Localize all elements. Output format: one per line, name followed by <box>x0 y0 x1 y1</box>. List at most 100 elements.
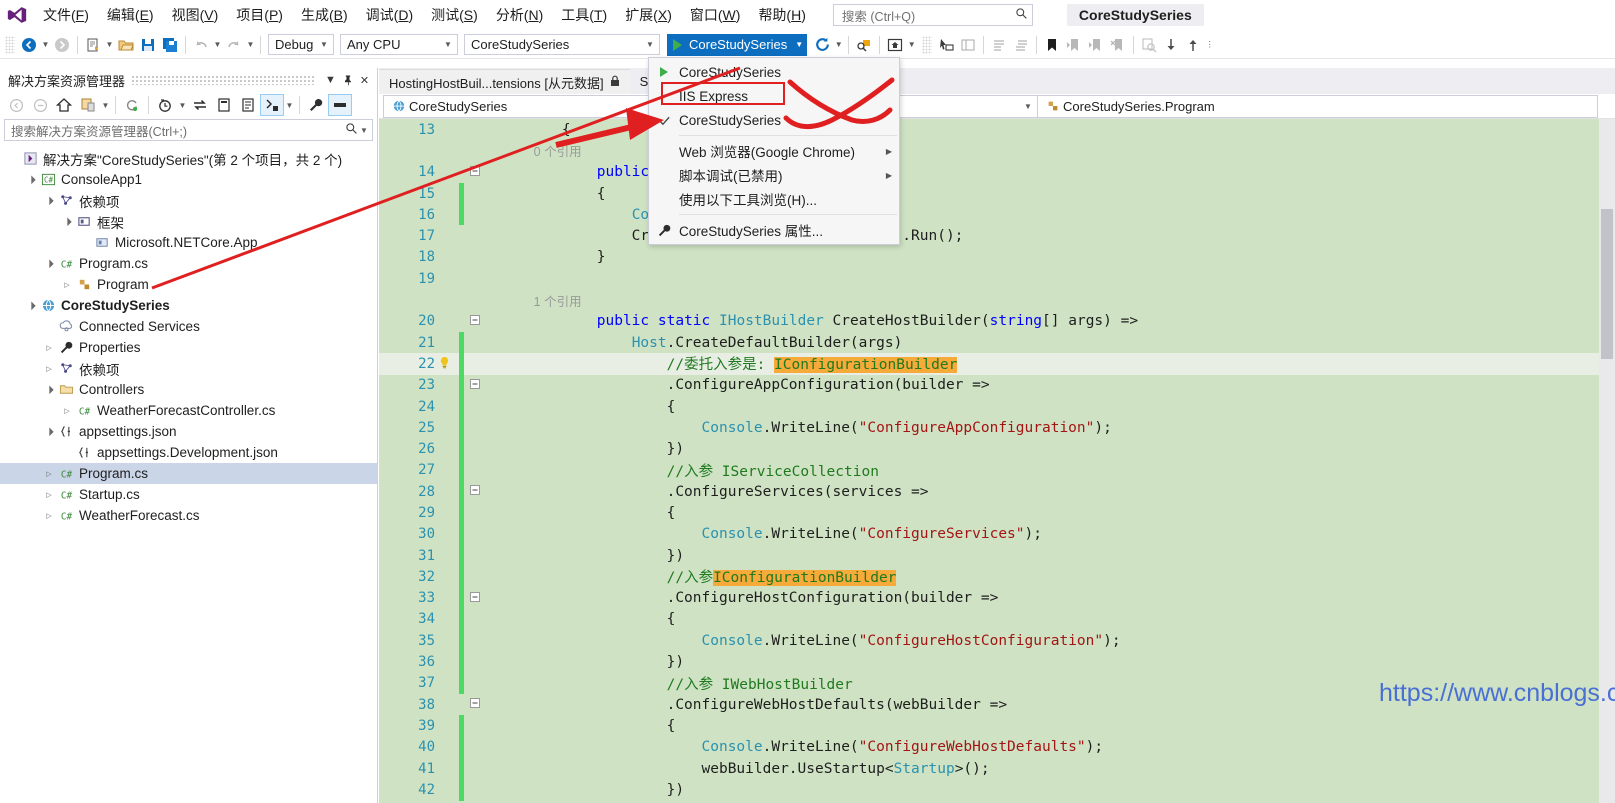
save-all-icon[interactable] <box>159 34 181 56</box>
editor-tab-0[interactable]: HostingHostBuil...tensions [从元数据] <box>379 69 630 94</box>
tree-item-6[interactable]: ▷Program <box>0 274 377 295</box>
tree-item-16[interactable]: ▷C#Startup.cs <box>0 484 377 505</box>
code-line-29[interactable]: 29 { <box>379 502 1615 523</box>
tree-item-13[interactable]: ◢appsettings.json <box>0 421 377 442</box>
code-line-20[interactable]: 20 public static IHostBuilder CreateHost… <box>379 311 1615 332</box>
code-line-23[interactable]: 23 .ConfigureAppConfiguration(builder => <box>379 375 1615 396</box>
home-icon[interactable] <box>52 94 76 116</box>
expander-open-icon[interactable]: ◢ <box>41 423 57 439</box>
expander-closed-icon[interactable]: ▷ <box>60 281 74 289</box>
fold-collapse-icon[interactable] <box>464 592 486 605</box>
arrow-up-icon[interactable] <box>1182 34 1204 56</box>
chevron-down-icon[interactable]: ▼ <box>284 94 295 116</box>
expander-open-icon[interactable]: ◢ <box>41 381 57 397</box>
code-editor[interactable]: 13 { 0 个引用14 public st )15 {16 Consc ;17… <box>379 119 1615 803</box>
expander-closed-icon[interactable]: ▷ <box>42 491 56 499</box>
navigate-forward-icon[interactable] <box>51 34 73 56</box>
menu-item-6[interactable]: 测试(S) <box>422 2 487 28</box>
navigate-back-dropdown[interactable]: ▼ <box>40 34 51 56</box>
code-line-21[interactable]: 21 Host.CreateDefaultBuilder(args) <box>379 332 1615 353</box>
back-icon[interactable] <box>4 94 28 116</box>
tree-item-3[interactable]: ◢框架 <box>0 211 377 232</box>
code-line-ref-1[interactable]: 0 个引用 <box>379 140 1615 161</box>
fold-collapse-icon[interactable] <box>464 485 486 498</box>
expander-closed-icon[interactable]: ▷ <box>42 512 56 520</box>
code-line-28[interactable]: 28 .ConfigureServices(services => <box>379 481 1615 502</box>
tree-item-10[interactable]: ▷依赖项 <box>0 358 377 379</box>
run-target-menu-item-5[interactable]: 使用以下工具浏览(H)... <box>649 187 899 211</box>
quick-search-box[interactable]: 搜索 (Ctrl+Q) <box>833 4 1033 26</box>
new-project-dropdown[interactable]: ▼ <box>104 34 115 56</box>
code-line-25[interactable]: 25 Console.WriteLine("ConfigureAppConfig… <box>379 417 1615 438</box>
fold-collapse-icon[interactable] <box>464 166 486 179</box>
code-line-26[interactable]: 26 }) <box>379 438 1615 459</box>
undo-dropdown[interactable]: ▼ <box>212 34 223 56</box>
refresh-icon[interactable] <box>120 94 144 116</box>
pending-changes-icon[interactable] <box>76 94 100 116</box>
startup-project-combo[interactable]: CoreStudySeries ▼ <box>464 34 660 55</box>
chevron-down-icon[interactable]: ▼ <box>177 94 188 116</box>
bookmark-next-icon[interactable] <box>1085 34 1107 56</box>
redo-icon[interactable] <box>223 34 245 56</box>
attach-to-process-icon[interactable] <box>853 34 875 56</box>
nav-member-combo[interactable]: CoreStudySeries.Program <box>1038 95 1598 118</box>
expander-open-icon[interactable]: ◢ <box>41 192 57 208</box>
menu-item-5[interactable]: 调试(D) <box>357 2 422 28</box>
wrench-icon[interactable] <box>304 94 328 116</box>
tree-item-0[interactable]: 解决方案"CoreStudySeries"(第 2 个项目，共 2 个) <box>0 148 377 169</box>
expander-open-icon[interactable]: ◢ <box>59 213 75 229</box>
save-icon[interactable] <box>137 34 159 56</box>
code-line-34[interactable]: 34 { <box>379 609 1615 630</box>
fold-collapse-icon[interactable] <box>464 698 486 711</box>
undo-icon[interactable] <box>190 34 212 56</box>
code-line-ref-8[interactable]: 1 个引用 <box>379 289 1615 310</box>
redo-dropdown[interactable]: ▼ <box>245 34 256 56</box>
code-line-41[interactable]: 41 webBuilder.UseStartup<Startup>(); <box>379 758 1615 779</box>
code-line-30[interactable]: 30 Console.WriteLine("ConfigureServices"… <box>379 524 1615 545</box>
preview-home-icon[interactable] <box>884 34 906 56</box>
tree-item-9[interactable]: ▷Properties <box>0 337 377 358</box>
run-target-menu-item-0[interactable]: CoreStudySeries <box>649 60 899 84</box>
code-line-32[interactable]: 32 //入参IConfigurationBuilder <box>379 566 1615 587</box>
open-file-icon[interactable] <box>115 34 137 56</box>
view-code-icon[interactable] <box>260 94 284 116</box>
run-target-menu-item-6[interactable]: CoreStudySeries 属性... <box>649 218 899 242</box>
refresh-icon[interactable] <box>811 34 833 56</box>
fold-collapse-icon[interactable] <box>464 379 486 392</box>
arrow-down-icon[interactable] <box>1160 34 1182 56</box>
properties-window-icon[interactable] <box>328 94 352 116</box>
platform-combo[interactable]: Any CPU ▼ <box>340 34 458 55</box>
comment-icon[interactable] <box>988 34 1010 56</box>
code-line-18[interactable]: 18 } <box>379 247 1615 268</box>
expander-open-icon[interactable]: ◢ <box>23 171 39 187</box>
tree-item-7[interactable]: ◢CoreStudySeries <box>0 295 377 316</box>
tree-item-14[interactable]: appsettings.Development.json <box>0 442 377 463</box>
tree-item-17[interactable]: ▷C#WeatherForecast.cs <box>0 505 377 526</box>
code-line-36[interactable]: 36 }) <box>379 651 1615 672</box>
code-line-16[interactable]: 16 Consc ; <box>379 204 1615 225</box>
chevron-down-icon[interactable]: ▼ <box>322 71 339 89</box>
run-target-menu-item-3[interactable]: Web 浏览器(Google Chrome)▶ <box>649 139 899 163</box>
code-line-24[interactable]: 24 { <box>379 396 1615 417</box>
new-project-icon[interactable] <box>82 34 104 56</box>
code-line-17[interactable]: 17 CreateHostBuilder(args).Build().Run()… <box>379 225 1615 246</box>
run-target-menu-item-4[interactable]: 脚本调试(已禁用)▶ <box>649 163 899 187</box>
scrollbar-thumb[interactable] <box>1601 209 1613 359</box>
tree-item-2[interactable]: ◢依赖项 <box>0 190 377 211</box>
bookmark-clear-icon[interactable] <box>1107 34 1129 56</box>
close-icon[interactable]: ✕ <box>356 71 373 89</box>
menu-item-4[interactable]: 生成(B) <box>292 2 357 28</box>
code-line-27[interactable]: 27 //入参 IServiceCollection <box>379 460 1615 481</box>
code-line-19[interactable]: 19 <box>379 268 1615 289</box>
run-dropdown-arrow-icon[interactable]: ▼ <box>795 40 803 49</box>
toolbar-overflow-icon[interactable]: ⋮ <box>1204 34 1215 56</box>
bookmark-prev-icon[interactable] <box>1063 34 1085 56</box>
tree-item-5[interactable]: ◢C#Program.cs <box>0 253 377 274</box>
toolbar-grip-2[interactable] <box>922 36 932 54</box>
fold-collapse-icon[interactable] <box>464 315 486 328</box>
solution-explorer-search-input[interactable]: 搜索解决方案资源管理器(Ctrl+;) ▼ <box>4 119 373 141</box>
chevron-down-icon[interactable]: ▼ <box>100 94 111 116</box>
expander-closed-icon[interactable]: ▷ <box>60 407 74 415</box>
refresh-dropdown[interactable]: ▼ <box>833 34 844 56</box>
code-line-31[interactable]: 31 }) <box>379 545 1615 566</box>
